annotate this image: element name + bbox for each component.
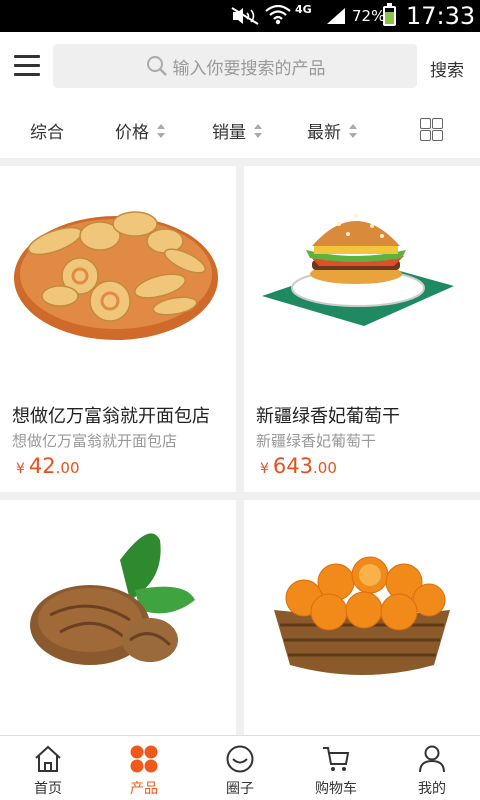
tab-label: 圈子 xyxy=(226,781,254,797)
bottom-tab-bar: 首页 产品 圈子 购物车 我的 xyxy=(0,735,480,800)
hamburger-plate-image xyxy=(262,214,454,326)
sort-sales[interactable]: 销量 xyxy=(212,118,262,143)
product-card[interactable] xyxy=(244,500,480,736)
search-placeholder: 输入你要搜索的产品 xyxy=(172,58,326,79)
product-name: 想做亿万富翁就开面包店 xyxy=(12,406,210,427)
sort-label: 最新 xyxy=(307,123,341,143)
circle-smile-icon xyxy=(226,745,254,773)
sort-newest[interactable]: 最新 xyxy=(307,118,357,143)
sort-price[interactable]: 价格 xyxy=(115,118,165,143)
home-icon xyxy=(35,745,61,772)
price-currency: ¥ xyxy=(16,461,25,477)
sort-arrows-icon xyxy=(349,123,357,138)
sort-label: 销量 xyxy=(212,123,246,143)
user-icon xyxy=(419,745,445,773)
price-decimal: .00 xyxy=(55,459,80,477)
clock: 17:33 xyxy=(406,2,476,30)
signal-icon xyxy=(327,8,345,24)
sort-arrows-icon xyxy=(254,123,262,138)
cart-icon xyxy=(323,747,350,771)
network-type: 4G xyxy=(295,3,312,16)
tab-mine[interactable]: 我的 xyxy=(384,736,480,800)
product-price: ¥643.00 xyxy=(260,454,337,478)
price-integer: 42 xyxy=(28,454,56,478)
product-subtitle: 新疆绿香妃葡萄干 xyxy=(256,432,377,450)
product-name: 新疆绿香妃葡萄干 xyxy=(256,406,400,427)
tab-home[interactable]: 首页 xyxy=(0,736,96,800)
products-icon xyxy=(130,745,158,773)
product-price: ¥42.00 xyxy=(16,454,80,478)
search-button[interactable]: 搜索 xyxy=(430,56,464,81)
product-subtitle: 想做亿万富翁就开面包店 xyxy=(12,432,178,450)
orange-basket-image xyxy=(274,556,450,675)
sort-comprehensive[interactable]: 综合 xyxy=(30,118,64,143)
tab-cart[interactable]: 购物车 xyxy=(288,736,384,800)
search-input[interactable]: 输入你要搜索的产品 xyxy=(53,44,417,88)
product-card[interactable] xyxy=(0,500,236,736)
product-card[interactable]: 想做亿万富翁就开面包店 想做亿万富翁就开面包店 ¥42.00 xyxy=(0,166,236,492)
grid-view-icon[interactable] xyxy=(420,118,444,142)
price-decimal: .00 xyxy=(313,459,337,477)
mute-icon xyxy=(231,7,259,25)
sort-bar: 综合 价格 销量 最新 xyxy=(0,100,480,158)
sort-arrows-icon xyxy=(157,123,165,138)
cookies-plate-image xyxy=(14,211,218,340)
status-bar: 4G 72% 17:33 xyxy=(0,0,480,32)
battery-icon xyxy=(383,3,396,26)
tab-label: 我的 xyxy=(418,781,446,797)
battery-percent: 72% xyxy=(352,7,386,25)
price-currency: ¥ xyxy=(260,461,269,477)
tab-label: 首页 xyxy=(34,781,62,797)
tab-label: 购物车 xyxy=(315,781,357,797)
product-card[interactable]: 新疆绿香妃葡萄干 新疆绿香妃葡萄干 ¥643.00 xyxy=(244,166,480,492)
sort-label: 价格 xyxy=(115,123,149,143)
wifi-icon xyxy=(265,5,291,25)
tab-circle[interactable]: 圈子 xyxy=(192,736,288,800)
tab-label: 产品 xyxy=(130,781,158,797)
search-icon xyxy=(146,56,167,76)
menu-icon[interactable] xyxy=(14,55,40,77)
sort-label: 综合 xyxy=(30,123,64,143)
walnut-image xyxy=(30,533,195,665)
price-integer: 643 xyxy=(272,454,314,478)
tab-products[interactable]: 产品 xyxy=(96,736,192,800)
top-header: 输入你要搜索的产品 搜索 xyxy=(0,32,480,100)
